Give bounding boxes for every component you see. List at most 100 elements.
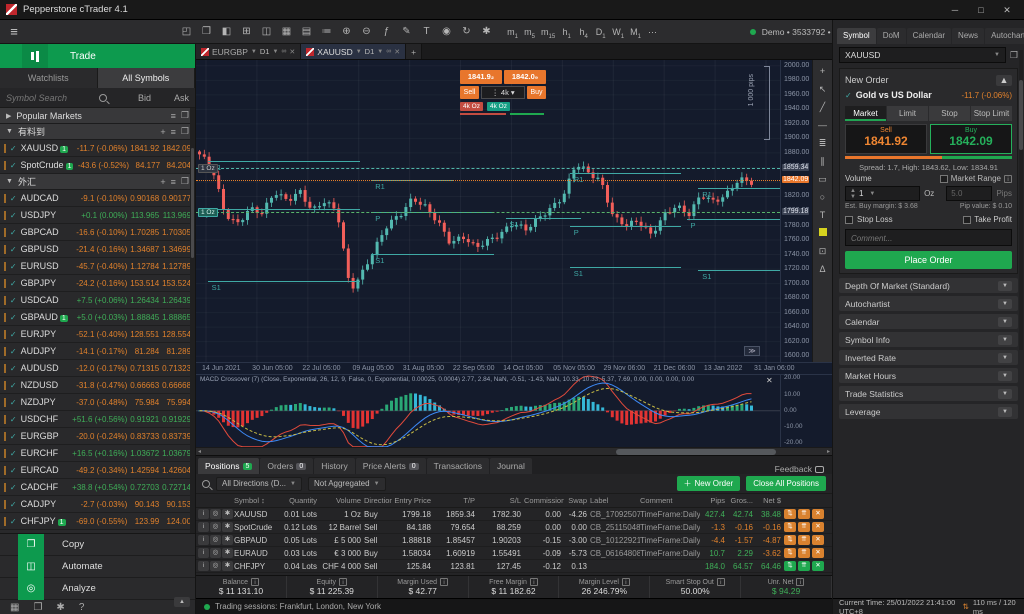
- close-button[interactable]: ✕: [996, 3, 1018, 17]
- timeframe-h1[interactable]: h1: [559, 24, 574, 40]
- aggregation-filter-select[interactable]: Not Aggregated▼: [308, 477, 386, 491]
- bid-value[interactable]: 1.70285: [127, 228, 159, 237]
- windows-icon[interactable]: ❐: [33, 602, 42, 613]
- close-position-icon[interactable]: ✕: [812, 561, 824, 571]
- draw-icon[interactable]: ✎: [398, 24, 415, 40]
- range-input[interactable]: 5.0: [946, 186, 992, 201]
- crosshair-icon[interactable]: +: [815, 62, 831, 80]
- settings-icon[interactable]: ✱: [56, 602, 64, 613]
- ask-value[interactable]: 75.994: [159, 398, 191, 407]
- group-menu-icon[interactable]: ≡: [171, 111, 176, 121]
- position-settings-icon[interactable]: ✱: [222, 561, 233, 571]
- buy-button[interactable]: Buy 1842.09: [930, 124, 1012, 154]
- reverse-position-icon[interactable]: ⇅: [784, 561, 796, 571]
- info-icon[interactable]: i: [339, 578, 347, 586]
- double-position-icon[interactable]: ⇈: [798, 535, 810, 545]
- direction-filter-select[interactable]: All Directions (D...▼: [216, 477, 302, 491]
- tab-symbol[interactable]: Symbol: [837, 28, 876, 44]
- tab-price-alerts[interactable]: Price Alerts0: [356, 458, 426, 474]
- macd-close-icon[interactable]: ✕: [766, 376, 773, 385]
- chart-tab-eurgbp[interactable]: EURGBP▼D1▼∞✕: [196, 44, 301, 59]
- zoom-out-icon[interactable]: ⊖: [358, 24, 375, 40]
- color-swatch-icon[interactable]: [815, 224, 831, 242]
- symbol-row[interactable]: ✓EURUSD-45.7 (-0.40%)1.127841.12789: [0, 258, 195, 275]
- place-order-button[interactable]: Place Order: [845, 251, 1012, 269]
- double-position-icon[interactable]: ⇈: [798, 522, 810, 532]
- layout-rows-icon[interactable]: ▤: [298, 24, 315, 40]
- time-axis[interactable]: 14 Jun 202130 Jun 05:0022 Jul 05:0009 Au…: [196, 362, 832, 374]
- comment-input[interactable]: Comment...: [845, 229, 1012, 246]
- link-chart-icon[interactable]: ∞: [281, 48, 286, 55]
- tab-dom[interactable]: DoM: [877, 28, 906, 44]
- close-tab-icon[interactable]: ✕: [289, 48, 295, 56]
- chart-horizontal-scrollbar[interactable]: ◂▸: [196, 447, 832, 455]
- reverse-position-icon[interactable]: ⇅: [784, 522, 796, 532]
- symbol-row[interactable]: ✓GBPCAD-16.6 (-0.10%)1.702851.70305: [0, 224, 195, 241]
- bid-value[interactable]: 1.03672: [127, 449, 159, 458]
- ask-value[interactable]: 1.42604: [159, 466, 191, 475]
- cursor-icon[interactable]: ↖: [815, 80, 831, 98]
- sell-button[interactable]: Sell 1841.92: [845, 124, 927, 154]
- ask-value[interactable]: 1.70305: [159, 228, 191, 237]
- info-icon[interactable]: i: [198, 548, 209, 558]
- symbol-row[interactable]: ✓AUDUSD-12.0 (-0.17%)0.713150.71323: [0, 360, 195, 377]
- symbol-row[interactable]: ✓CADCHF+38.8 (+0.54%)0.727030.72714: [0, 479, 195, 496]
- volume-input[interactable]: ▲▼1▼: [845, 186, 920, 201]
- ask-value[interactable]: 0.72714: [159, 483, 191, 492]
- ask-value[interactable]: 0.91929: [159, 415, 191, 424]
- ask-value[interactable]: 1.12789: [159, 262, 191, 271]
- fibonacci-icon[interactable]: ≣: [815, 134, 831, 152]
- close-all-positions-button[interactable]: Close All Positions: [746, 476, 826, 491]
- reverse-position-icon[interactable]: ⇅: [784, 535, 796, 545]
- position-volume-chip[interactable]: 1 Oz: [198, 208, 218, 217]
- quick-sell-price[interactable]: 1841.9₂: [460, 70, 502, 84]
- group-menu-icon[interactable]: ≡: [171, 177, 176, 187]
- workspace-icon[interactable]: ▦: [10, 602, 19, 613]
- reverse-position-icon[interactable]: ⇅: [784, 509, 796, 519]
- bid-value[interactable]: 1.12784: [127, 262, 159, 271]
- fullscreen-icon[interactable]: ◰: [178, 24, 195, 40]
- accordion-inverted-rate[interactable]: Inverted Rate▼: [839, 350, 1018, 365]
- symbol-row[interactable]: ✓CHFJPY1-69.0 (-0.55%)123.99124.00: [0, 513, 195, 530]
- timeframe-M1[interactable]: M1: [628, 24, 643, 40]
- position-row[interactable]: i◎✱SpotCrude0.12 Lots12 BarrelSell84.188…: [196, 521, 832, 534]
- close-position-icon[interactable]: ✕: [812, 535, 824, 545]
- position-settings-icon[interactable]: ✱: [222, 548, 233, 558]
- bid-value[interactable]: 1.26434: [127, 296, 159, 305]
- symbol-row[interactable]: ✓EURCHF+16.5 (+0.16%)1.036721.03679: [0, 445, 195, 462]
- right-panel-scrollbar[interactable]: [1019, 50, 1023, 350]
- protection-icon[interactable]: ◎: [210, 548, 221, 558]
- ask-value[interactable]: 81.289: [159, 347, 191, 356]
- accordion-autochartist[interactable]: Autochartist▼: [839, 296, 1018, 311]
- ellipse-icon[interactable]: ○: [815, 188, 831, 206]
- trendline-icon[interactable]: ╱: [815, 98, 831, 116]
- layout-mosaic-icon[interactable]: ▦: [278, 24, 295, 40]
- alert-icon[interactable]: Δ: [815, 260, 831, 278]
- stop-loss-checkbox[interactable]: [845, 216, 853, 224]
- symbol-row[interactable]: ✓USDJPY+0.1 (0.00%)113.965113.969: [0, 207, 195, 224]
- info-icon[interactable]: i: [198, 509, 209, 519]
- position-row[interactable]: i◎✱EURAUD0.03 Lots€ 3 000Buy1.580341.609…: [196, 547, 832, 560]
- position-row[interactable]: i◎✱GBPAUD0.05 Lots£ 5 000Sell1.888181.85…: [196, 534, 832, 547]
- tab-watchlists[interactable]: Watchlists: [0, 68, 98, 88]
- accordion-leverage[interactable]: Leverage▼: [839, 404, 1018, 419]
- ask-value[interactable]: 1842.09: [159, 144, 191, 153]
- symbol-row[interactable]: ✓AUDJPY-14.1 (-0.17%)81.28481.289: [0, 343, 195, 360]
- bid-value[interactable]: 0.90168: [127, 194, 159, 203]
- info-icon[interactable]: i: [717, 578, 725, 586]
- accordion-depth-of-market-standard-[interactable]: Depth Of Market (Standard)▼: [839, 278, 1018, 293]
- ask-value[interactable]: 1.26439: [159, 296, 191, 305]
- info-icon[interactable]: i: [251, 578, 259, 586]
- close-position-icon[interactable]: ✕: [812, 509, 824, 519]
- ask-value[interactable]: 0.90177: [159, 194, 191, 203]
- info-icon[interactable]: i: [198, 561, 209, 571]
- order-type-stop-limit[interactable]: Stop Limit: [971, 106, 1012, 121]
- symbol-row[interactable]: ✓USDCHF+51.6 (+0.56%)0.919210.91929: [0, 411, 195, 428]
- bid-value[interactable]: 1.42594: [127, 466, 159, 475]
- symbol-select[interactable]: XAUUSD▼: [839, 47, 1006, 63]
- timeframe-m5[interactable]: m5: [522, 24, 537, 40]
- double-position-icon[interactable]: ⇈: [798, 561, 810, 571]
- info-icon[interactable]: i: [440, 578, 448, 586]
- order-type-stop[interactable]: Stop: [929, 106, 970, 121]
- symbol-row[interactable]: ✓NZDUSD-31.8 (-0.47%)0.666630.66668: [0, 377, 195, 394]
